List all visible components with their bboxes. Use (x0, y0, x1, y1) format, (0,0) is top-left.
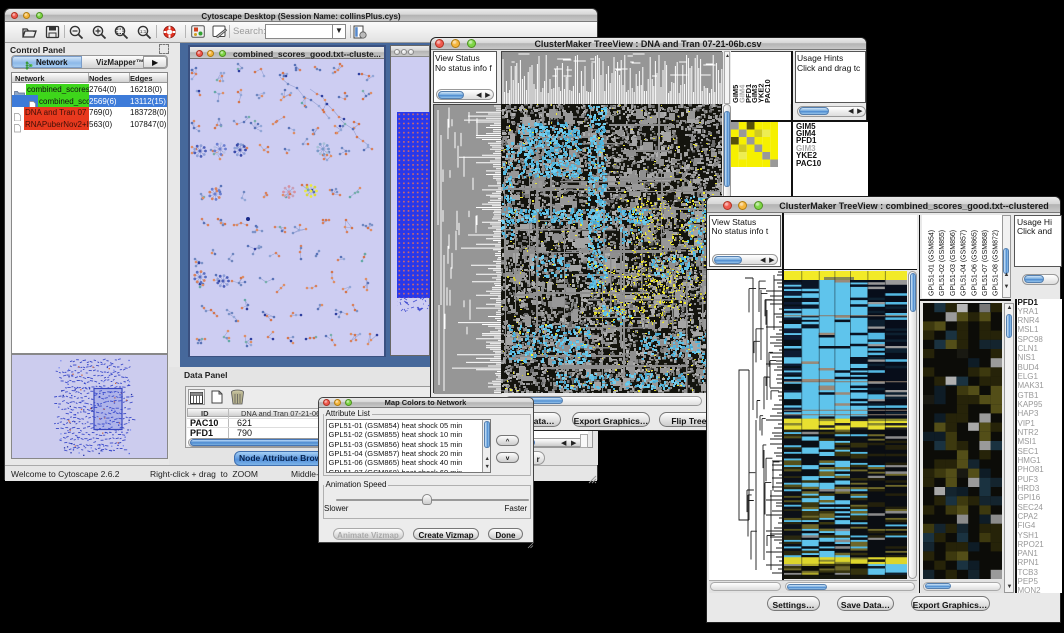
svg-text:GPL51-04 (GSM857): GPL51-04 (GSM857) (960, 229, 967, 295)
svg-text:GPL51-06 (GSM865): GPL51-06 (GSM865) (971, 229, 978, 295)
svg-text:GPL51-03 (GSM856): GPL51-03 (GSM856) (949, 229, 956, 295)
svg-text:GPL51-01 (GSM854): GPL51-01 (GSM854) (928, 229, 935, 295)
svg-text:PAC10: PAC10 (763, 79, 772, 103)
svg-text:GPL51-07 (GSM868): GPL51-07 (GSM868) (982, 229, 989, 295)
svg-text:1:1: 1:1 (140, 29, 147, 34)
svg-text:GPL51-08 (GSM872): GPL51-08 (GSM872) (992, 229, 999, 295)
svg-text:GPL51-02 (GSM855): GPL51-02 (GSM855) (939, 229, 946, 295)
